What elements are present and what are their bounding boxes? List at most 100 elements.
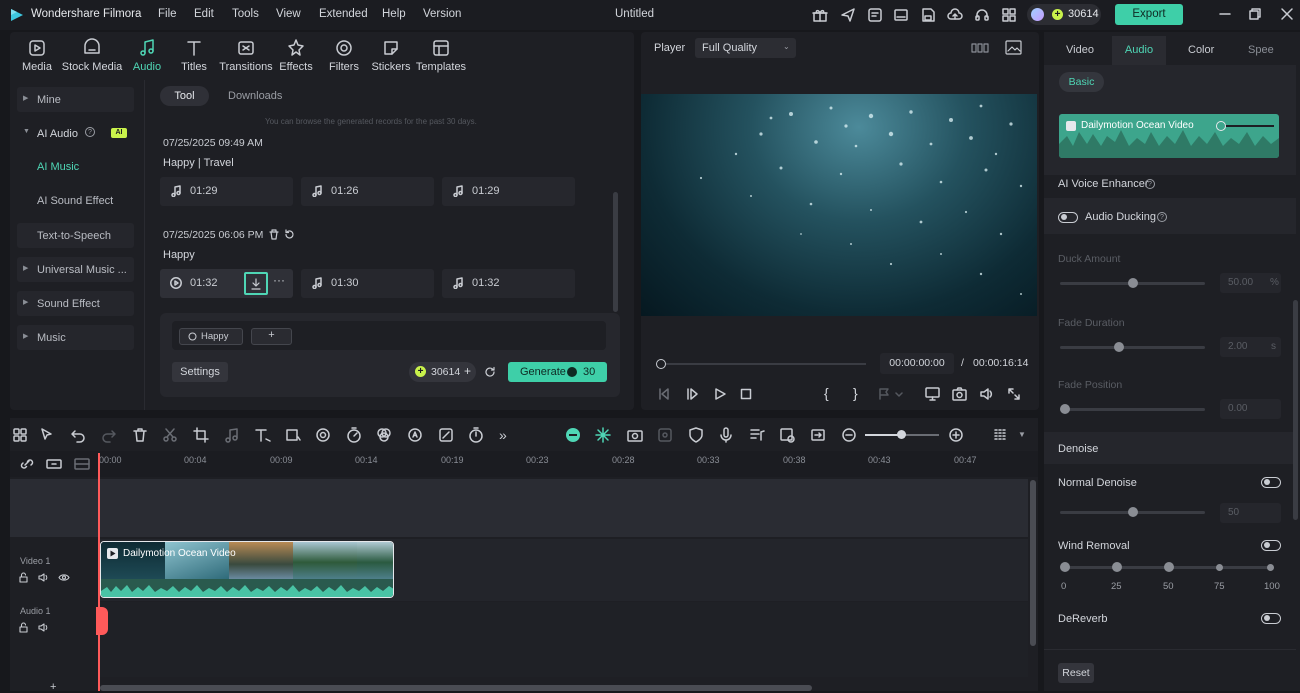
speaker-icon[interactable] <box>38 622 49 633</box>
render-preview-icon[interactable] <box>564 427 582 443</box>
display-icon[interactable] <box>925 387 940 401</box>
camera-icon[interactable] <box>952 387 967 401</box>
music-card[interactable]: 01:29 <box>442 177 575 206</box>
credit-chip[interactable]: + 30614 + <box>409 362 476 382</box>
duck-amount-input[interactable]: 50.00% <box>1220 273 1281 293</box>
headset-icon[interactable] <box>974 7 990 23</box>
more-icon[interactable]: ··· <box>273 273 285 287</box>
fade-duration-input[interactable]: 2.00 s <box>1220 337 1281 357</box>
text-tool-icon[interactable] <box>254 427 272 443</box>
fade-position-knob[interactable] <box>1060 404 1070 414</box>
layout-icon[interactable] <box>971 41 989 55</box>
zoom-slider[interactable] <box>865 430 939 439</box>
timer-icon[interactable] <box>468 427 484 443</box>
restore-icon[interactable] <box>1248 7 1262 21</box>
timeline-horizontal-scrollbar[interactable] <box>100 685 812 691</box>
clip-volume-knob[interactable] <box>1216 121 1226 131</box>
help-icon[interactable]: ? <box>1145 179 1155 189</box>
play-icon[interactable] <box>170 277 182 289</box>
normal-denoise-input[interactable]: 50 <box>1220 503 1281 523</box>
prop-tab-speed[interactable]: Spee <box>1248 44 1274 56</box>
basic-chip[interactable]: Basic <box>1059 72 1104 92</box>
track-settings-icon[interactable] <box>993 427 1009 443</box>
generate-button[interactable]: Generate 30 <box>508 362 607 382</box>
help-icon[interactable]: ? <box>85 127 95 137</box>
prop-tab-color[interactable]: Color <box>1188 44 1214 56</box>
normal-denoise-toggle[interactable] <box>1261 477 1281 488</box>
step-forward-icon[interactable] <box>685 387 699 401</box>
lock-icon[interactable] <box>18 622 29 633</box>
tab-transitions[interactable]: Transitions <box>217 38 275 73</box>
cut-icon[interactable] <box>162 427 178 443</box>
sidebar-item-sound-effect[interactable]: ▶ Sound Effect <box>17 291 134 316</box>
list-scrollbar[interactable] <box>613 192 618 312</box>
tab-media[interactable]: Media <box>9 38 65 73</box>
crop-icon[interactable] <box>193 427 209 443</box>
mark-in-icon[interactable]: { <box>824 385 829 401</box>
audio-ducking-toggle[interactable] <box>1058 212 1078 223</box>
fade-duration-knob[interactable] <box>1114 342 1124 352</box>
ai-snap-icon[interactable] <box>595 427 611 443</box>
tab-titles[interactable]: Titles <box>166 38 222 73</box>
properties-scrollbar[interactable] <box>1293 300 1298 520</box>
add-icon[interactable]: + <box>50 681 56 693</box>
select-tool-icon[interactable] <box>39 427 55 443</box>
reset-button[interactable]: Reset <box>1058 663 1094 683</box>
minimize-icon[interactable] <box>1218 7 1232 21</box>
wind-removal-toggle[interactable] <box>1261 540 1281 551</box>
music-card[interactable]: 01:32 <box>442 269 575 298</box>
undo-icon[interactable] <box>70 427 86 443</box>
screen-icon[interactable] <box>893 7 909 23</box>
replace-icon[interactable] <box>810 427 826 443</box>
add-chip-button[interactable]: + <box>251 328 292 345</box>
sidebar-item-universal-music[interactable]: ▶ Universal Music ... <box>17 257 134 282</box>
menu-extended[interactable]: Extended <box>319 8 368 20</box>
ai-tool-icon[interactable] <box>407 427 423 443</box>
stop-icon[interactable] <box>739 387 753 401</box>
video-clip[interactable]: Dailymotion Ocean Video <box>100 541 394 598</box>
help-icon[interactable]: ? <box>1157 212 1167 222</box>
shape-icon[interactable] <box>285 427 301 443</box>
sidebar-item-text-to-speech[interactable]: Text-to-Speech <box>17 223 134 248</box>
menu-edit[interactable]: Edit <box>194 8 214 20</box>
export-button[interactable]: Export <box>1115 4 1183 25</box>
menu-help[interactable]: Help <box>382 8 406 20</box>
settings-button[interactable]: Settings <box>172 362 228 382</box>
link-icon[interactable] <box>19 457 35 471</box>
delete-icon[interactable] <box>132 427 148 443</box>
edit-ai-icon[interactable] <box>438 427 454 443</box>
menu-version[interactable]: Version <box>423 8 461 20</box>
speaker-icon[interactable] <box>38 572 49 583</box>
music-card[interactable]: 01:30 <box>301 269 434 298</box>
tab-tool[interactable]: Tool <box>160 86 209 106</box>
close-icon[interactable] <box>1280 7 1294 21</box>
grid-apps-icon[interactable] <box>1001 7 1017 23</box>
zoom-out-icon[interactable] <box>841 427 857 443</box>
tab-stickers[interactable]: Stickers <box>363 38 419 73</box>
zoom-in-icon[interactable] <box>948 427 964 443</box>
tab-stock-media[interactable]: Stock Media <box>61 38 123 73</box>
gift-icon[interactable] <box>812 7 828 23</box>
save-icon[interactable] <box>920 7 936 23</box>
marker-icon[interactable] <box>878 387 904 401</box>
download-button[interactable] <box>244 272 268 295</box>
normal-denoise-slider[interactable] <box>1060 507 1205 517</box>
sidebar-item-ai-audio[interactable]: ▼ AI Audio ? AI <box>17 121 134 146</box>
sidebar-item-ai-sound-effect[interactable]: AI Sound Effect <box>37 195 113 207</box>
wind-removal-slider[interactable] <box>1060 562 1274 572</box>
redo-icon[interactable] <box>101 427 117 443</box>
video-preview[interactable] <box>641 94 1037 316</box>
audio-fx-icon[interactable] <box>224 427 240 443</box>
fullscreen-icon[interactable] <box>1007 387 1021 401</box>
mask-icon[interactable] <box>315 427 331 443</box>
clip-volume-slider[interactable] <box>1222 125 1274 127</box>
cloud-upload-icon[interactable] <box>947 7 963 23</box>
eye-icon[interactable] <box>58 572 70 583</box>
music-card[interactable]: 01:26 <box>301 177 434 206</box>
music-card[interactable]: 01:29 <box>160 177 293 206</box>
menu-tools[interactable]: Tools <box>232 8 259 20</box>
snapshot-image-icon[interactable] <box>1005 40 1022 55</box>
zoom-slider-knob[interactable] <box>897 430 906 439</box>
previous-frame-icon[interactable] <box>657 387 671 401</box>
snapshot-icon[interactable] <box>626 427 644 443</box>
